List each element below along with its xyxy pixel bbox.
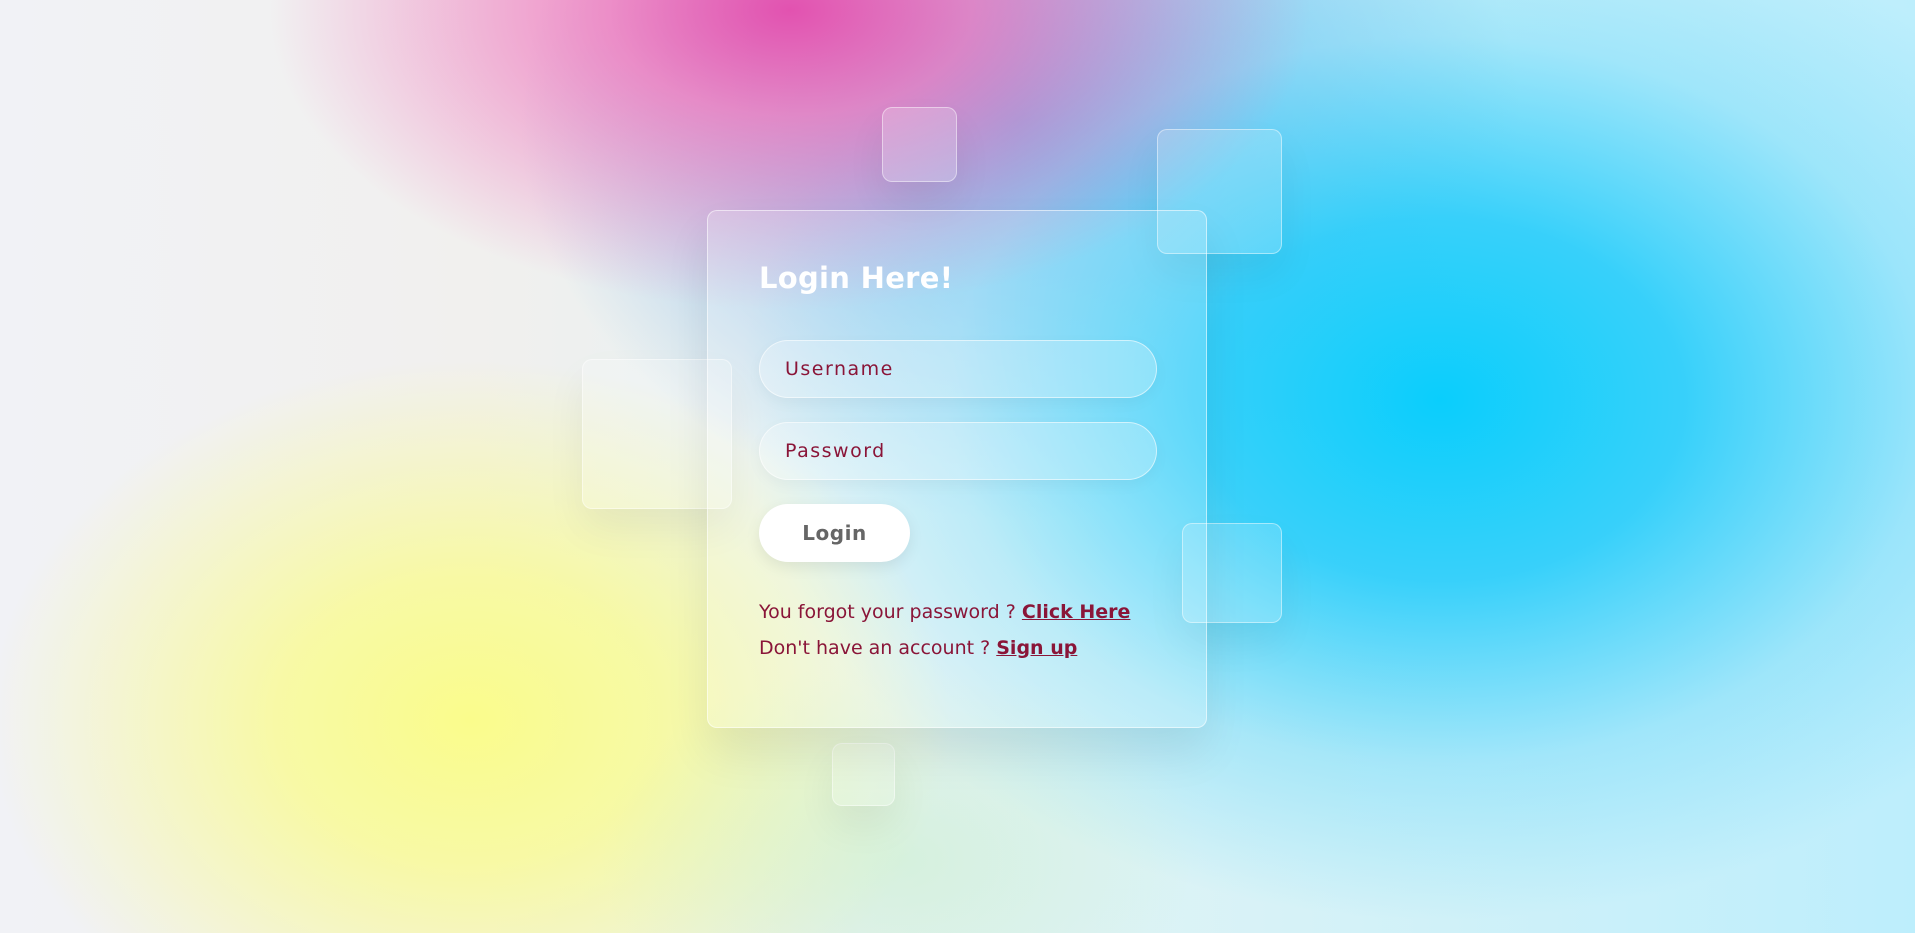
forgot-password-line: You forgot your password ? Click Here (759, 594, 1155, 630)
username-input[interactable] (759, 339, 1157, 398)
login-title: Login Here! (759, 261, 954, 295)
signup-text: Don't have an account ? (759, 636, 997, 659)
decorative-glass-square (882, 107, 957, 182)
signup-line: Don't have an account ? Sign up (759, 630, 1155, 666)
login-card: Login Here! Login You forgot your passwo… (707, 210, 1207, 728)
forgot-password-text: You forgot your password ? (759, 600, 1022, 623)
forgot-password-link[interactable]: Click Here (1022, 601, 1131, 623)
password-input[interactable] (759, 421, 1157, 480)
login-button[interactable]: Login (759, 503, 910, 562)
signup-link[interactable]: Sign up (996, 637, 1077, 659)
decorative-glass-square (832, 743, 895, 806)
